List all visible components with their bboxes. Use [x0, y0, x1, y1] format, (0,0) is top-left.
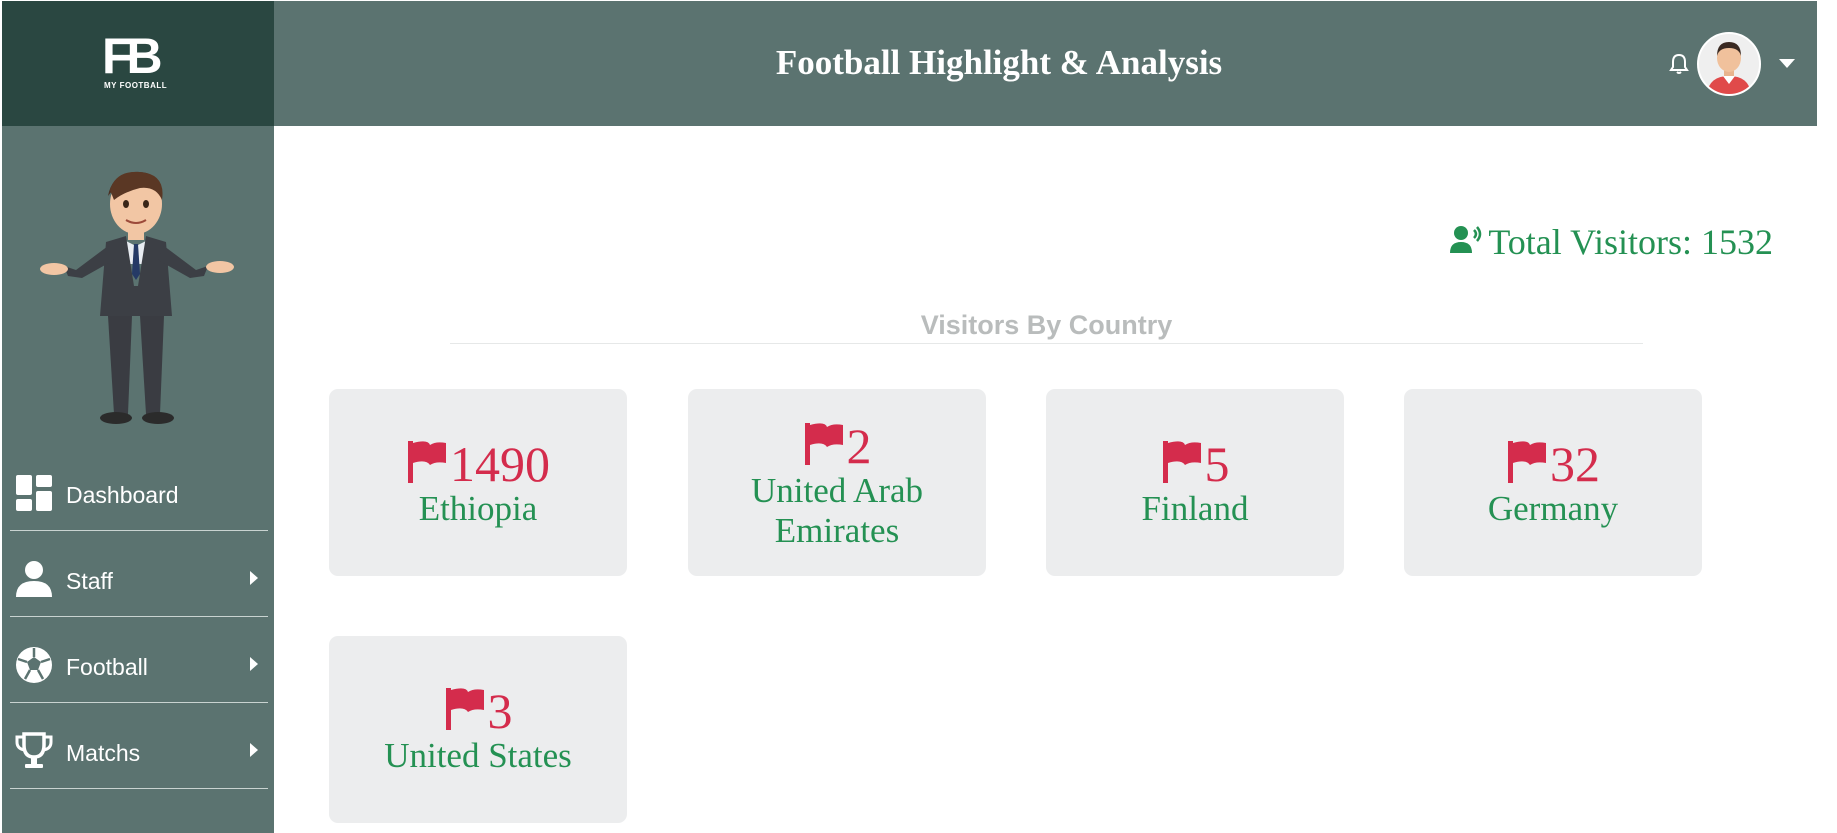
section-title: Visitors By Country [920, 310, 1173, 340]
visitor-count: 1490 [450, 436, 550, 492]
chevron-down-icon[interactable] [1779, 59, 1795, 68]
divider [450, 343, 1643, 344]
mascot-illustration [40, 171, 234, 424]
dashboard-grid-icon [16, 475, 52, 511]
flag-icon [445, 688, 484, 730]
sidebar-item-label: Dashboard [66, 482, 179, 508]
country-name: Finland [1141, 489, 1249, 528]
country-name: Ethiopia [418, 489, 538, 528]
flag-icon [1162, 441, 1201, 483]
visitor-speaking-icon [1450, 226, 1482, 253]
logo-area[interactable]: FB MY FOOTBALL [2, 1, 274, 126]
sidebar-item-label: Matchs [66, 740, 141, 766]
soccer-ball-icon [16, 647, 52, 683]
sidebar-item-dashboard[interactable]: Dashboard [10, 445, 268, 531]
trophy-icon [15, 732, 53, 768]
bell-icon[interactable] [1667, 52, 1691, 76]
logo-subtext: MY FOOTBALL [104, 81, 168, 90]
sidebar-item-label: Football [66, 654, 148, 680]
total-visitors: Total Visitors: 1532 [1450, 221, 1773, 263]
brand-logo[interactable]: FB MY FOOTBALL [102, 28, 182, 93]
flag-icon [408, 441, 446, 483]
country-name: Germany [1487, 489, 1619, 528]
chevron-right-icon [250, 743, 258, 757]
sidebar-item-staff[interactable]: Staff [10, 531, 268, 617]
sidebar: FB MY FOOTBALL Dashboard Staff Football … [2, 1, 274, 833]
sidebar-item-label: Staff [66, 568, 113, 594]
total-visitors-text: Total Visitors: 1532 [1488, 222, 1773, 262]
visitor-count: 5 [1204, 436, 1230, 492]
chevron-right-icon [250, 657, 258, 671]
country-card: 2 United Arab Emirates [688, 389, 986, 576]
visitor-count: 3 [487, 683, 513, 739]
logo-text: FB [102, 28, 163, 84]
visitor-count: 2 [846, 418, 872, 474]
flag-icon [804, 423, 843, 465]
sidebar-item-matchs[interactable]: Matchs [10, 703, 268, 789]
user-avatar-icon [1699, 34, 1759, 94]
visitor-count: 32 [1550, 436, 1600, 492]
page-title: Football Highlight & Analysis [775, 43, 1223, 82]
flag-icon [1508, 441, 1546, 483]
avatar[interactable] [1697, 32, 1761, 96]
top-header: Football Highlight & Analysis [274, 1, 1817, 126]
sidebar-item-football[interactable]: Football [10, 617, 268, 703]
country-card: 32 Germany [1404, 389, 1702, 576]
country-name: United Arab Emirates [750, 471, 924, 550]
country-card: 1490 Ethiopia [329, 389, 627, 576]
country-card: 3 United States [329, 636, 627, 823]
chevron-right-icon [250, 571, 258, 585]
person-icon [16, 561, 52, 597]
country-card: 5 Finland [1046, 389, 1344, 576]
country-name: United States [384, 736, 572, 775]
